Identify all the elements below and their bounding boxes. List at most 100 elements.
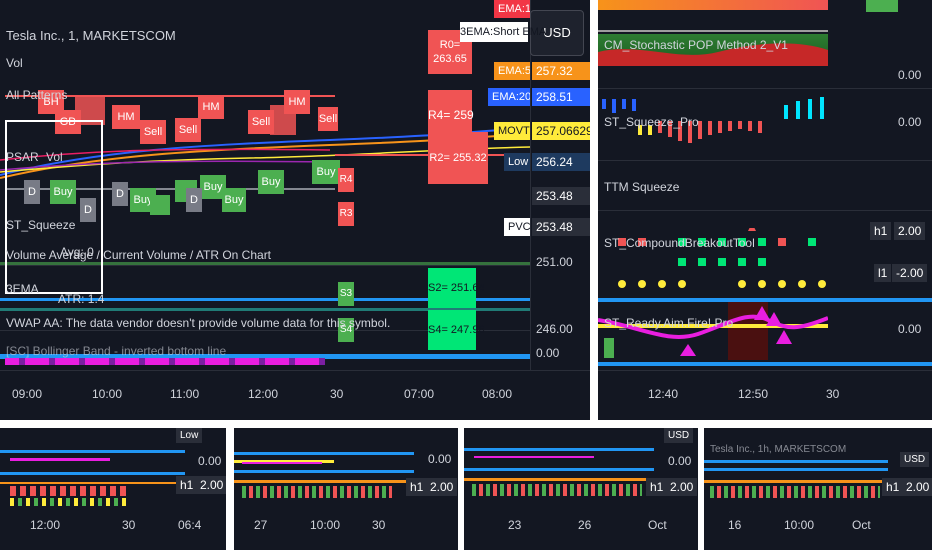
thumb-line-magenta (10, 458, 110, 461)
buy-label: Buy (222, 188, 246, 212)
buy-label: Buy (258, 170, 284, 194)
time-label: 11:00 (170, 387, 200, 401)
thumb-histo (10, 486, 130, 496)
indicator-squeeze[interactable]: ST_Squeeze (6, 218, 75, 232)
pivot-s4: S4= 247.96 (428, 310, 485, 350)
value-raf: 0.00 (898, 322, 922, 336)
thumb-h1-value: 2.00 (902, 478, 932, 496)
time-label: 30 (122, 518, 136, 532)
time-label: 16 (728, 518, 742, 532)
axis-price: 251.00 (536, 255, 573, 269)
time-label: 12:00 (30, 518, 61, 532)
thumb-value: 0.00 (668, 454, 692, 468)
h1-label: h1 (870, 222, 892, 240)
thumb-line-blue-2 (0, 472, 185, 475)
thumb-h1: h1 (646, 478, 668, 496)
thumbnail-chart[interactable]: 0.00 h1 2.00 27 10:00 30 (234, 428, 458, 550)
time-label: 09:00 (12, 387, 43, 401)
thumbnail-chart[interactable]: Low 0.00 h1 2.00 12:00 30 06:4 (0, 428, 226, 550)
time-label: 12:50 (738, 387, 769, 401)
price-label: 256.24 (532, 153, 590, 171)
pivot-r2: R2= 255.32 (428, 132, 488, 184)
thumb-line-magenta (474, 456, 594, 458)
thumb-line-blue (704, 460, 888, 463)
thumb-top-label: USD (900, 452, 930, 467)
thumb-line-blue-2 (234, 470, 414, 473)
indicator-ready-aim-fire[interactable]: ST_Ready.Aim.Fire!.Pro (604, 316, 733, 330)
indicator-vol[interactable]: Vol (6, 56, 23, 70)
pane-divider (598, 210, 932, 211)
time-label: 23 (508, 518, 522, 532)
atr-label: ATR: 1.4 (58, 292, 105, 306)
time-label: 10:00 (92, 387, 123, 401)
l1-label: l1 (874, 264, 892, 282)
time-label: 12:00 (248, 387, 279, 401)
indicator-vol-2[interactable]: Vol (46, 150, 63, 164)
time-label: 30 (826, 387, 840, 401)
indicator-vwap[interactable]: VWAP AA: The data vendor doesn't provide… (6, 316, 390, 330)
thumb-value: 0.00 (428, 452, 452, 466)
thumb-top-label: USD (664, 428, 694, 443)
pivot-R3: R3 (338, 202, 354, 226)
thumb-h1: h1 (406, 478, 428, 496)
thumb-h1-value: 2.00 (196, 476, 226, 494)
thumb-line-orange (704, 480, 888, 483)
thumb-line-blue (0, 450, 185, 453)
thumb-value: 0.00 (198, 454, 222, 468)
thumb-h1-value: 2.00 (426, 478, 458, 496)
price-label: 258.51 (532, 88, 590, 106)
thumb-h1: h1 (882, 478, 904, 496)
right-time-axis[interactable]: 12:40 12:50 30 (598, 370, 932, 420)
indicator-stochastic[interactable]: CM_Stochastic POP Method 2_V1 (604, 38, 788, 52)
sell-label: Sell (175, 118, 201, 142)
price-label: 257.32 (532, 62, 590, 80)
thumb-top-label: Low (176, 428, 203, 443)
price-label: 257.06629189 (532, 122, 590, 140)
indicator-volume-avg[interactable]: Volume Average / Current Volume / ATR On… (6, 248, 271, 262)
price-label-movts: MOVTS (494, 122, 530, 140)
indicator-patterns[interactable]: All Patterns (6, 88, 67, 102)
indicator-squeeze-pro[interactable]: ST_Squeeze_Pro (604, 115, 699, 129)
d-label: D (112, 182, 128, 206)
time-label: Oct (852, 518, 871, 532)
avg-box (5, 120, 103, 294)
main-chart-panel[interactable]: BH GD HM Sell Sell HM Sell HM Sell Buy B… (0, 0, 590, 420)
thumb-histo-2 (10, 498, 130, 506)
thumb-line-orange (0, 482, 185, 484)
sell-label: Sell (140, 120, 166, 144)
time-label: 12:40 (648, 387, 679, 401)
indicator-bollinger[interactable]: [SC] Bollinger Band - inverted bottom li… (6, 344, 226, 358)
price-label-ema50: EMA:50 (494, 62, 530, 80)
buy-label (150, 195, 170, 215)
thumb-line-magenta (242, 462, 322, 464)
stochastic-flag (866, 0, 898, 12)
thumb-line-orange (464, 478, 654, 481)
thumb-histo (710, 486, 880, 498)
time-axis[interactable]: 09:00 10:00 11:00 12:00 30 07:00 08:00 (0, 370, 590, 420)
sell-label (270, 105, 296, 135)
time-label: 10:00 (310, 518, 341, 532)
time-label: 30 (330, 387, 344, 401)
thumbnail-chart[interactable]: USD 0.00 h1 2.00 23 26 Oct (464, 428, 698, 550)
thumbnail-chart[interactable]: Tesla Inc., 1h, MARKETSCOM USD h1 2.00 1… (704, 428, 932, 550)
value-squeeze-pro: 0.00 (898, 115, 922, 129)
time-label: 06:4 (178, 518, 202, 532)
indicator-psar[interactable]: PSAR (6, 150, 39, 164)
indicator-ttm-squeeze[interactable]: TTM Squeeze (604, 180, 679, 194)
thumb-h1: h1 (176, 476, 198, 494)
indicator-compound-breakout[interactable]: ST_CompoundBreakoutTool (604, 236, 755, 250)
d-label: D (186, 188, 202, 212)
thumb-line-orange (234, 480, 414, 483)
indicator-panel[interactable]: CM_Stochastic POP Method 2_V1 0.00 ST_Sq… (598, 0, 932, 420)
price-label: 253.48 (532, 218, 590, 236)
pane-divider (598, 88, 932, 89)
symbol-title[interactable]: Tesla Inc., 1, MARKETSCOM (6, 28, 176, 43)
time-label: 30 (372, 518, 386, 532)
price-label-ema200: EMA:200 (488, 88, 530, 106)
thumb-histo (242, 486, 392, 498)
h1-value: 2.00 (894, 222, 926, 240)
time-label: 27 (254, 518, 268, 532)
thumb-line-blue (234, 452, 414, 455)
indicator-3ema[interactable]: 3EMA (6, 282, 39, 296)
thumb-histo (472, 484, 642, 496)
